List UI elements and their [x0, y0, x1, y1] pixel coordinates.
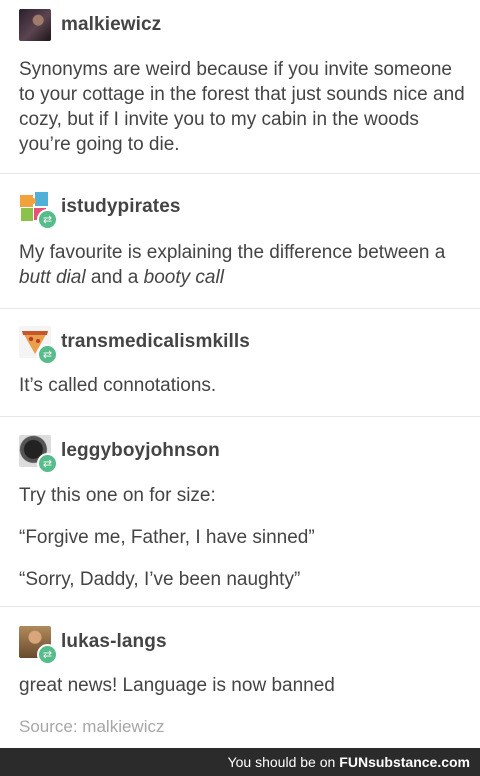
- post-header: ⇄ istudypirates: [19, 191, 181, 230]
- post-body: It’s called connotations.: [19, 373, 469, 398]
- post-text: My favourite is explaining the differenc…: [19, 240, 469, 290]
- post-text-line: Try this one on for size:: [19, 485, 216, 506]
- post-text-line: “Sorry, Daddy, I’ve been naughty”: [19, 569, 301, 590]
- post-text: great news! Language is now banned: [19, 675, 335, 696]
- footer-brand[interactable]: FUNsubstance.com: [339, 754, 470, 770]
- username[interactable]: transmedicalismkills: [61, 331, 250, 353]
- post-header: ⇄ leggyboyjohnson: [19, 435, 220, 474]
- watermark-footer: You should be on FUNsubstance.com: [0, 748, 480, 776]
- username[interactable]: lukas-langs: [61, 631, 167, 653]
- avatar[interactable]: ⇄: [19, 191, 58, 230]
- text-segment: My favourite is explaining the differenc…: [19, 242, 446, 263]
- avatar[interactable]: [19, 9, 51, 41]
- post-body: Try this one on for size: “Forgive me, F…: [19, 483, 469, 592]
- source-link[interactable]: Source: malkiewicz: [19, 717, 165, 737]
- post-text: It’s called connotations.: [19, 375, 217, 396]
- emphasis-booty-call: booty call: [143, 267, 224, 288]
- avatar[interactable]: ⇄: [19, 626, 58, 665]
- post-4: ⇄ leggyboyjohnson Try this one on for si…: [0, 417, 480, 607]
- username[interactable]: istudypirates: [61, 196, 181, 218]
- post-body: Synonyms are weird because if you invite…: [19, 57, 469, 157]
- avatar[interactable]: ⇄: [19, 326, 58, 365]
- post-header: ⇄ transmedicalismkills: [19, 326, 250, 365]
- reblog-icon: ⇄: [37, 209, 58, 230]
- emphasis-butt-dial: butt dial: [19, 267, 86, 288]
- post-3: ⇄ transmedicalismkills It’s called conno…: [0, 309, 480, 417]
- reblog-icon: ⇄: [37, 644, 58, 665]
- username[interactable]: leggyboyjohnson: [61, 440, 220, 462]
- post-body: great news! Language is now banned: [19, 673, 469, 698]
- footer-text: You should be on: [227, 754, 336, 770]
- post-header: malkiewicz: [19, 9, 161, 41]
- post-1: malkiewicz Synonyms are weird because if…: [0, 0, 480, 174]
- text-segment: and a: [85, 267, 144, 288]
- post-text: Synonyms are weird because if you invite…: [19, 59, 465, 155]
- post-text-line: “Forgive me, Father, I have sinned”: [19, 527, 315, 548]
- reblog-icon: ⇄: [37, 453, 58, 474]
- post-body: My favourite is explaining the differenc…: [19, 240, 469, 290]
- username[interactable]: malkiewicz: [61, 14, 161, 36]
- reblog-icon: ⇄: [37, 344, 58, 365]
- avatar[interactable]: ⇄: [19, 435, 58, 474]
- post-header: ⇄ lukas-langs: [19, 626, 167, 665]
- post-2: ⇄ istudypirates My favourite is explaini…: [0, 174, 480, 309]
